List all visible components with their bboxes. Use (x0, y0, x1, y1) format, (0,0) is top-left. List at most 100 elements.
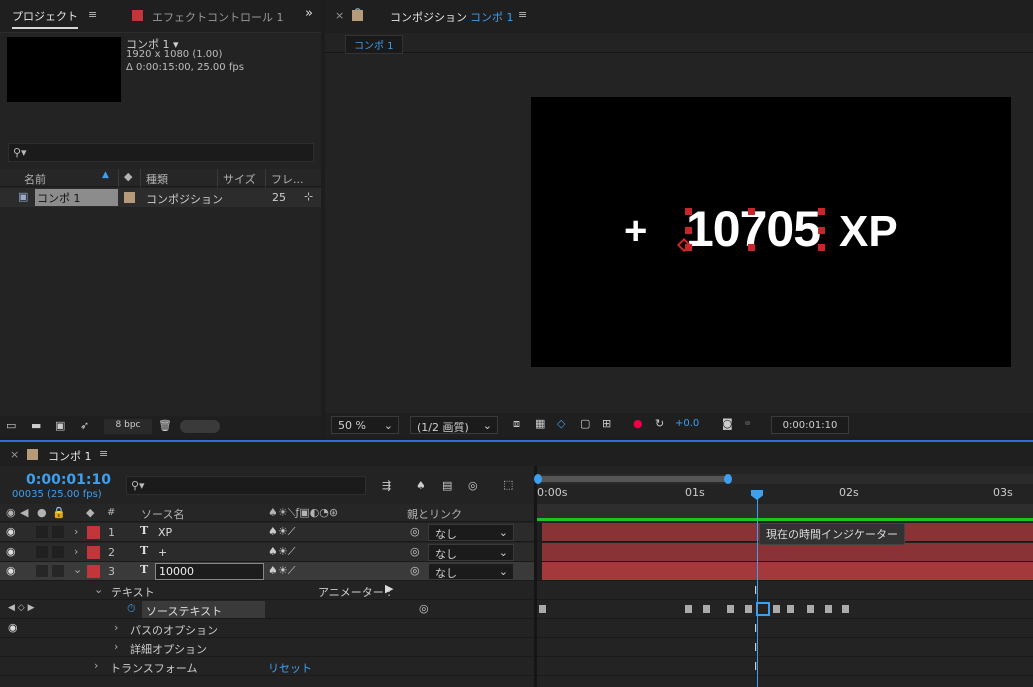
hold-keyframe[interactable] (727, 605, 734, 613)
fast-preview-icon[interactable]: ⧈ (513, 417, 520, 431)
sort-up-icon[interactable]: ▲ (102, 170, 109, 180)
layer-switches[interactable]: ♠☀⟋ (268, 564, 295, 578)
zoom-dropdown[interactable]: 50 % ⌄ (331, 416, 399, 434)
work-area-indicator[interactable] (537, 518, 1033, 521)
prop-transform[interactable]: トランスフォーム (110, 660, 197, 676)
new-folder-icon[interactable]: ▬ (31, 419, 41, 432)
layer-label-swatch[interactable] (87, 526, 100, 539)
parent-dropdown[interactable]: なし ⌄ (428, 544, 514, 561)
label-tag-icon[interactable]: ◆ (124, 170, 132, 183)
delete-icon[interactable]: 🗑 (158, 419, 172, 432)
video-switch-icon[interactable]: ◉ (6, 506, 16, 519)
comp-tab-title[interactable]: コンポジション (390, 9, 467, 25)
lock-icon[interactable]: 🔒 (52, 506, 66, 519)
project-item-row[interactable]: ▣ コンポ 1 コンポジション 25 ⊹ (0, 188, 321, 207)
interpret-footage-icon[interactable]: ▭ (6, 419, 16, 432)
label-tag-icon[interactable]: ◆ (86, 506, 94, 519)
layer-name[interactable]: XP (158, 526, 172, 539)
eye-icon[interactable]: ◉ (6, 525, 16, 538)
hold-keyframe[interactable] (807, 605, 814, 613)
layer-row[interactable]: ◉ › 2 T + ♠☀⟋ ◎ なし ⌄ (0, 543, 534, 562)
prop-more-options[interactable]: 詳細オプション (130, 641, 207, 657)
work-area-bar[interactable] (537, 504, 1033, 518)
hold-keyframe[interactable] (703, 605, 710, 613)
layer-label-swatch[interactable] (87, 565, 100, 578)
hold-keyframe[interactable] (539, 605, 546, 613)
comp-flow-tab[interactable]: コンポ 1 (345, 35, 403, 54)
eye-icon[interactable]: ◉ (6, 545, 16, 558)
hold-keyframe[interactable] (773, 605, 780, 613)
item-label-swatch[interactable] (124, 192, 135, 203)
tab-project[interactable]: プロジェクト (12, 8, 78, 29)
expression-pickwhip-icon[interactable]: ◎ (419, 602, 429, 615)
col-type[interactable]: 種類 (146, 171, 168, 187)
layer-switches-icons[interactable]: ♠☀⟍ƒ▣◐◔⊛ (268, 506, 338, 520)
hold-keyframe[interactable] (685, 605, 692, 613)
project-item-name[interactable]: コンポ 1 (35, 189, 118, 206)
close-icon[interactable]: × (10, 448, 19, 461)
col-number[interactable]: # (107, 507, 115, 518)
col-size[interactable]: サイズ (223, 171, 256, 187)
layer-duration-bar[interactable] (542, 543, 1033, 561)
solo-icon[interactable]: ● (37, 506, 47, 519)
thumbnail-scrollbar[interactable] (180, 420, 220, 433)
animator-add-icon[interactable]: ▶ (385, 582, 393, 595)
expand-arrow-icon[interactable]: › (114, 640, 118, 653)
prop-path-options[interactable]: パスのオプション (130, 622, 218, 638)
handle-tr[interactable] (818, 208, 825, 215)
resolution-dropdown[interactable]: (1/2 画質) ⌄ (410, 416, 498, 434)
comp-canvas[interactable]: + 10705 XP (531, 97, 1011, 367)
collapse-arrow-icon[interactable]: ⌄ (94, 583, 103, 596)
mask-visibility-icon[interactable]: ◇ (557, 417, 565, 430)
layer-switches[interactable]: ♠☀⟋ (268, 525, 295, 539)
grid-guides-icon[interactable]: ⊞ (602, 417, 611, 430)
hold-keyframe[interactable] (787, 605, 794, 613)
col-source-name[interactable]: ソース名 (141, 506, 184, 522)
viewer-timecode[interactable]: 0:00:01:10 (771, 416, 849, 434)
frame-blending-icon[interactable]: ▤ (442, 479, 452, 492)
parent-dropdown[interactable]: なし ⌄ (428, 563, 514, 580)
collapse-arrow-icon[interactable]: ⌄ (73, 563, 82, 576)
channels-icon[interactable]: ● (633, 417, 643, 430)
expand-arrow-icon[interactable]: › (74, 545, 78, 558)
prev-keyframe-icon[interactable]: ◀ ◇ ▶ (8, 603, 35, 613)
expand-arrow-icon[interactable]: › (94, 659, 98, 672)
show-snapshot-icon[interactable]: ⚭ (743, 417, 752, 430)
timeline-tab-name[interactable]: コンポ 1 (48, 448, 92, 464)
navigator-start-handle[interactable] (534, 474, 542, 484)
expand-arrow-icon[interactable]: › (114, 621, 118, 634)
handle-br[interactable] (818, 244, 825, 251)
layer-row[interactable]: ◉ › 1 T XP ♠☀⟋ ◎ なし ⌄ (0, 523, 534, 542)
handle-tc[interactable] (748, 208, 755, 215)
handle-mr[interactable] (818, 227, 825, 234)
render-queue-icon[interactable]: ➶ (80, 419, 89, 432)
panel-menu-icon[interactable]: ≡ (88, 8, 97, 21)
current-time-display[interactable]: 0:00:01:10 (26, 472, 111, 488)
handle-tl[interactable] (685, 208, 692, 215)
stopwatch-icon[interactable]: ⏱ (127, 602, 136, 616)
handle-ml[interactable] (685, 227, 692, 234)
hold-keyframe[interactable] (842, 605, 849, 613)
comp-mini-flowchart-icon[interactable]: ⇶ (382, 479, 391, 492)
project-search-input[interactable]: ⚲▾ (8, 143, 314, 162)
layer-row-selected[interactable]: ◉ ⌄ 3 T 10000 ♠☀⟋ ◎ なし ⌄ (0, 562, 534, 581)
animator-label[interactable]: アニメーター : (318, 584, 391, 600)
eye-icon[interactable]: ◉ (8, 621, 18, 634)
shy-layers-icon[interactable]: ♠ (416, 479, 426, 492)
col-parent-link[interactable]: 親とリンク (407, 506, 462, 522)
prop-source-text[interactable]: ソーステキスト (142, 601, 265, 618)
hold-keyframe[interactable] (825, 605, 832, 613)
tab-effect-controls[interactable]: エフェクトコントロール 1 (152, 9, 284, 25)
handle-bc[interactable] (748, 244, 755, 251)
selected-keyframe[interactable] (756, 602, 770, 616)
time-ruler[interactable]: 0:00s 01s 02s 03s (537, 486, 1033, 504)
prop-text[interactable]: テキスト (111, 584, 155, 600)
timeline-search-input[interactable]: ⚲▾ (126, 476, 366, 495)
navigator-range[interactable] (537, 476, 727, 482)
layer-switches[interactable]: ♠☀⟋ (268, 545, 295, 559)
panel-menu-icon[interactable]: ≡ (99, 447, 108, 460)
layer-name[interactable]: + (158, 546, 167, 559)
col-name[interactable]: 名前 (24, 171, 46, 187)
region-of-interest-icon[interactable]: ▢ (580, 417, 590, 430)
pickwhip-icon[interactable]: ◎ (410, 525, 420, 538)
